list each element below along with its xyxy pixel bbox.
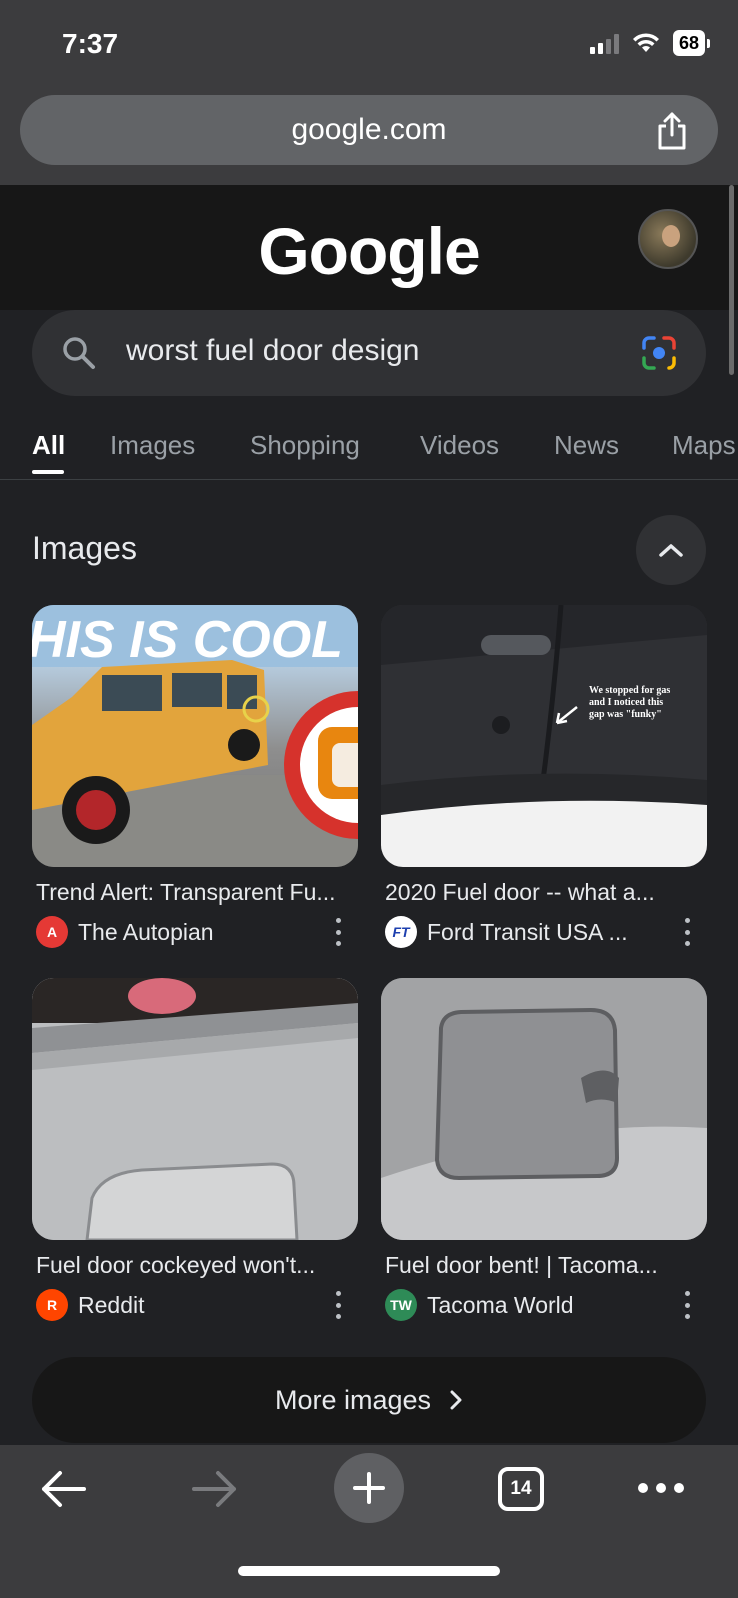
source-favicon: R [36,1289,68,1321]
result-source[interactable]: TW Tacoma World [381,1289,707,1321]
address-bar-url[interactable]: google.com [291,113,446,147]
tacoma-fuel-door-image [381,978,707,1240]
fuel-door-image [32,978,358,1240]
search-tabs: All Images Shopping Videos News Maps [0,410,738,480]
source-name[interactable]: Reddit [78,1292,144,1319]
account-avatar[interactable] [638,209,698,269]
image-thumbnail[interactable]: HIS IS COOL [32,605,358,867]
chevron-right-icon [450,1390,462,1410]
source-favicon: A [36,916,68,948]
more-options-icon[interactable] [683,918,691,946]
google-lens-icon[interactable] [640,334,678,372]
status-time: 7:37 [62,28,119,59]
thumb-overlay-text: HIS IS COOL [32,611,343,669]
battery-icon: 68 [672,30,710,56]
source-favicon: FT [385,916,417,948]
search-icon [63,337,95,369]
chevron-up-icon [659,544,683,557]
image-thumbnail[interactable]: We stopped for gas and I noticed this ga… [381,605,707,867]
thumb-caption-1: We stopped for gas [589,685,670,696]
more-options-icon[interactable] [334,918,342,946]
source-favicon: TW [385,1289,417,1321]
page-scrollbar[interactable] [729,185,734,375]
result-title[interactable]: Trend Alert: Transparent Fu... [36,879,358,906]
google-header: Google [0,185,738,310]
more-options-icon[interactable] [334,1291,342,1319]
cellular-signal-icon [589,32,619,54]
images-section-title: Images [32,530,137,566]
thumb-caption-3: gap was "funky" [589,709,662,720]
search-input[interactable]: worst fuel door design [126,334,420,368]
tab-shopping[interactable]: Shopping [250,430,360,461]
plus-icon [353,1472,385,1504]
collapse-button[interactable] [636,515,706,585]
source-name[interactable]: The Autopian [78,919,214,946]
forward-arrow-icon[interactable] [190,1467,240,1511]
image-thumbnail[interactable] [381,978,707,1240]
tab-maps[interactable]: Maps [672,430,736,461]
tab-news[interactable]: News [554,430,619,461]
result-source[interactable]: A The Autopian [32,916,358,948]
more-menu-icon[interactable] [638,1483,684,1493]
wifi-icon [632,33,659,52]
result-title[interactable]: Fuel door bent! | Tacoma... [385,1252,707,1279]
more-options-icon[interactable] [683,1291,691,1319]
status-icons: 68 [589,30,710,56]
result-title[interactable]: 2020 Fuel door -- what a... [385,879,707,906]
image-thumbnail[interactable] [32,978,358,1240]
image-result[interactable]: Fuel door bent! | Tacoma... TW Tacoma Wo… [381,978,707,1321]
suv-image: HIS IS COOL [32,605,358,867]
more-images-button[interactable]: More images [32,1357,706,1443]
active-tab-indicator [32,470,64,474]
result-title[interactable]: Fuel door cockeyed won't... [36,1252,358,1279]
thumb-caption-2: and I noticed this [589,697,663,708]
result-source[interactable]: R Reddit [32,1289,358,1321]
home-indicator[interactable] [238,1566,500,1576]
tab-switcher-button[interactable]: 14 [498,1467,544,1511]
new-tab-button[interactable] [334,1453,404,1523]
image-result[interactable]: Fuel door cockeyed won't... R Reddit [32,978,358,1321]
address-bar[interactable]: google.com [20,95,718,165]
more-images-label: More images [274,1384,432,1415]
tab-images[interactable]: Images [110,430,195,461]
back-arrow-icon[interactable] [38,1467,88,1511]
google-logo[interactable]: Google [0,213,738,289]
tab-all[interactable]: All [32,430,65,461]
source-name[interactable]: Tacoma World [427,1292,574,1319]
search-results-page: Google worst fuel door design All Images… [0,185,738,1445]
source-name[interactable]: Ford Transit USA ... [427,919,628,946]
van-side-image: We stopped for gas and I noticed this ga… [381,605,707,867]
tab-videos[interactable]: Videos [420,430,499,461]
image-result[interactable]: HIS IS COOL Trend Alert: Transparent Fu.… [32,605,358,948]
battery-level: 68 [672,30,705,56]
search-box[interactable]: worst fuel door design [32,310,706,396]
image-result[interactable]: We stopped for gas and I noticed this ga… [381,605,707,948]
result-source[interactable]: FT Ford Transit USA ... [381,916,707,948]
share-icon[interactable] [654,111,690,151]
browser-top-chrome: 7:37 68 google.com [0,0,738,185]
